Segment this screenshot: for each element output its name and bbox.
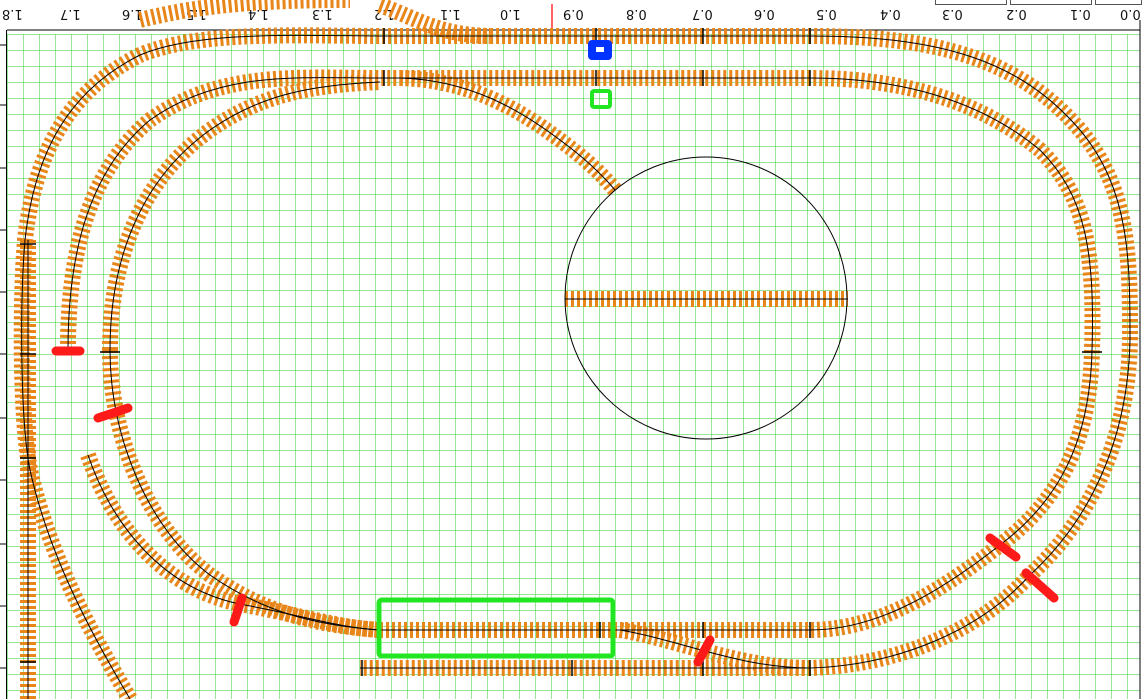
track-layout-canvas[interactable] bbox=[0, 0, 1146, 699]
left-ruler-ticks bbox=[0, 44, 6, 669]
